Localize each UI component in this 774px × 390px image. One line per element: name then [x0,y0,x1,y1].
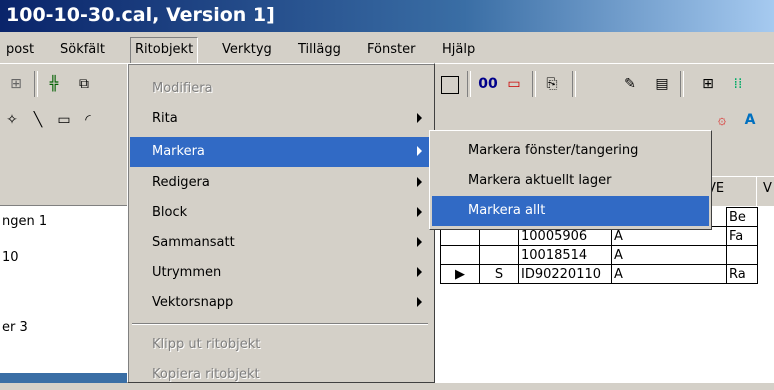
grid-snap-icon[interactable]: ╬ [42,72,66,96]
menu-ritobjekt[interactable]: Ritobjekt [130,37,199,64]
rectangle-tool-icon[interactable] [441,76,459,94]
layers-icon[interactable]: ⊞ [4,72,28,96]
window-title: 100-10-30.cal, Version 1] [6,4,275,26]
cell[interactable]: Ra [726,264,758,284]
toolbar-separator [467,71,471,97]
submenu-item-label: Markera fönster/tangering [468,143,639,158]
menu-post[interactable]: post [6,42,34,57]
table-row[interactable]: ▶ S ID90220110 A Ra [440,264,758,284]
selection-cloud-icon[interactable]: ۞ [710,108,734,132]
cell[interactable]: 10018514 [518,245,612,265]
menu-item-modifiera: Modifiera [130,74,432,104]
left-panel: ngen 1 10 er 3 [0,206,128,383]
menu-item-label: Redigera [152,175,210,190]
menu-item-label: Utrymmen [152,265,222,280]
menu-item-label: Klipp ut ritobjekt [152,337,261,352]
menu-item-redigera[interactable]: Redigera [130,168,432,198]
ritobjekt-menu: Modifiera Rita Markera Redigera Block Sa… [127,63,435,383]
menu-item-utrymmen[interactable]: Utrymmen [130,258,432,288]
tree-item[interactable]: 10 [2,250,19,265]
row-marker [440,245,480,265]
menu-separator [132,323,428,325]
submenu-arrow-icon [417,207,422,217]
cell[interactable]: ID90220110 [518,264,612,284]
cell[interactable]: Fa [726,226,758,246]
copy-layer-icon[interactable]: ⧉ [72,72,96,96]
row-marker: ▶ [440,264,480,284]
submenu-arrow-icon [417,267,422,277]
markera-submenu: Markera fönster/tangering Markera aktuel… [429,130,712,230]
menu-item-label: Rita [152,111,178,126]
text-style-icon[interactable]: A [738,108,762,132]
submenu-arrow-icon [417,177,422,187]
column-header[interactable]: Be [726,207,758,227]
menu-verktyg[interactable]: Verktyg [222,42,272,57]
pen-icon[interactable]: ✎ [618,72,642,96]
toolbar-separator [572,71,576,97]
submenu-arrow-icon [417,113,422,123]
toolbar-separator [532,71,536,97]
tree-item[interactable]: er 3 [2,320,28,335]
rect-draw-icon[interactable]: ▭ [52,108,76,132]
cell[interactable] [479,245,519,265]
menu-sokfalt[interactable]: Sökfält [60,42,105,57]
node-tool-icon[interactable]: ✧ [0,108,24,132]
menu-bar: post Sökfält Ritobjekt Verktyg Tillägg F… [0,34,774,64]
title-bar: 100-10-30.cal, Version 1] [0,0,774,32]
menu-item-label: Sammansatt [152,235,235,250]
tree-item[interactable]: ngen 1 [2,214,47,229]
zoom-level-icon[interactable]: 00 [476,72,500,96]
menu-tillagg[interactable]: Tillägg [298,42,341,57]
menu-item-label: Vektorsnapp [152,295,234,310]
menu-item-block[interactable]: Block [130,198,432,228]
toolbar-separator [34,71,38,97]
submenu-item-markera-lager[interactable]: Markera aktuellt lager [432,166,709,196]
cell[interactable]: A [611,264,727,284]
add-object-icon[interactable]: ⊞ [696,72,720,96]
menu-item-markera[interactable]: Markera [130,137,432,167]
paste-icon[interactable]: ⎘ [540,72,564,96]
submenu-item-markera-fonster[interactable]: Markera fönster/tangering [432,136,709,166]
cell[interactable]: S [479,264,519,284]
menu-item-label: Modifiera [152,81,213,96]
submenu-item-label: Markera allt [468,203,546,218]
submenu-arrow-icon [417,146,422,156]
menu-item-kopiera: Kopiera ritobjekt [130,360,432,390]
cell[interactable]: A [611,245,727,265]
submenu-arrow-icon [417,237,422,247]
menu-item-klipp-ut: Klipp ut ritobjekt [130,330,432,360]
menu-item-label: Block [152,205,188,220]
submenu-item-label: Markera aktuellt lager [468,173,612,188]
arc-tool-icon[interactable]: ◜ [76,108,100,132]
toolbar-separator [680,71,684,97]
left-panel-selection [0,373,128,383]
menu-item-label: Markera [152,144,205,159]
panel-icon[interactable]: ▤ [650,72,674,96]
table-row[interactable]: 10018514 A [440,245,758,265]
menu-item-rita[interactable]: Rita [130,104,432,134]
cell[interactable] [726,245,758,265]
dots-grid-icon[interactable]: ⁞⁞ [726,72,750,96]
line-tool-icon[interactable]: ╲ [26,108,50,132]
submenu-arrow-icon [417,297,422,307]
submenu-item-markera-allt[interactable]: Markera allt [432,196,709,226]
menu-item-label: Kopiera ritobjekt [152,367,260,382]
menu-item-sammansatt[interactable]: Sammansatt [130,228,432,258]
menu-item-vektorsnapp[interactable]: Vektorsnapp [130,288,432,318]
color-palette-icon[interactable]: ▭ [502,72,526,96]
menu-hjalp[interactable]: Hjälp [442,42,475,57]
left-panel-header [0,170,128,206]
menu-fonster[interactable]: Fönster [367,42,415,57]
